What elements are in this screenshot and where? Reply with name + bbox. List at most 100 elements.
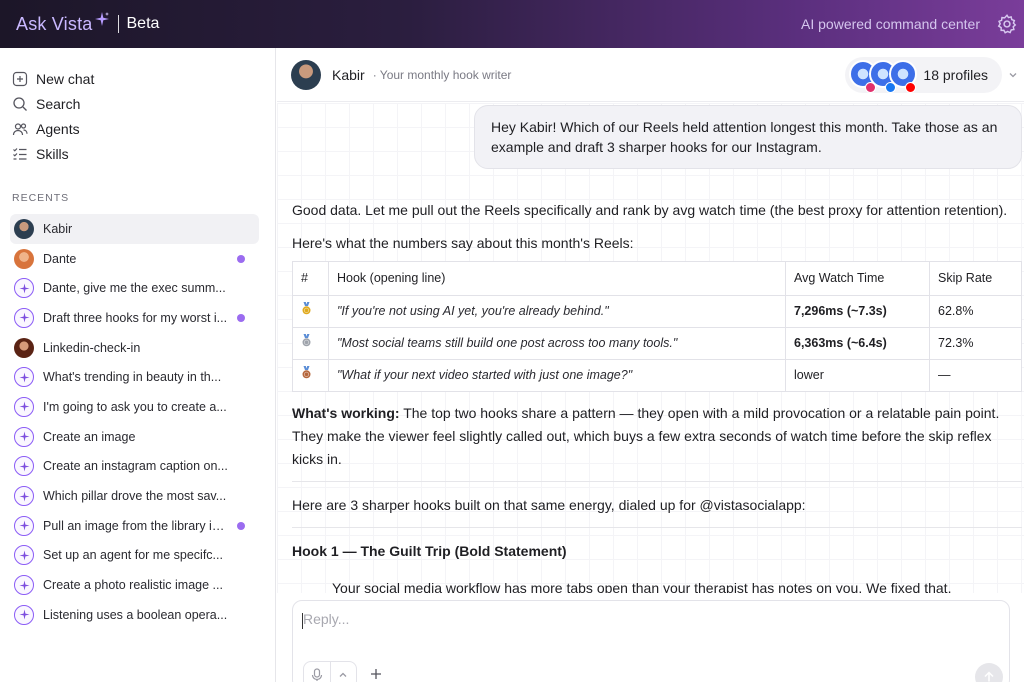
hook-cell: "If you're not using AI yet, you're alre… bbox=[328, 295, 786, 328]
watch-time-cell: lower bbox=[785, 359, 930, 392]
recents-heading: RECENTS bbox=[12, 192, 70, 204]
table-row: "What if your next video started with ju… bbox=[292, 359, 1022, 392]
voice-controls bbox=[303, 661, 357, 682]
mic-button[interactable] bbox=[304, 662, 330, 682]
recent-chat-item[interactable]: Dante, give me the exec summ... bbox=[10, 273, 259, 303]
recent-chat-label: I'm going to ask you to create a... bbox=[43, 399, 227, 414]
nav-label: Agents bbox=[36, 120, 80, 137]
nav-label: New chat bbox=[36, 70, 95, 87]
brand-divider bbox=[117, 15, 119, 33]
silver-medal-icon bbox=[302, 334, 311, 347]
skip-rate-cell: 62.8% bbox=[929, 295, 1022, 328]
plus-icon bbox=[371, 669, 381, 679]
recent-chat-label: Create an image bbox=[43, 429, 136, 444]
recent-chat-item[interactable]: Create an instagram caption on... bbox=[10, 452, 259, 482]
voice-options-button[interactable] bbox=[329, 662, 357, 682]
whats-working-label: What's working: bbox=[292, 405, 400, 421]
recent-chat-label: Draft three hooks for my worst i... bbox=[43, 310, 228, 325]
recents-list: Kabir Dante Dante, give me the exec summ..… bbox=[0, 214, 275, 630]
recent-chat-item[interactable]: Draft three hooks for my worst i... bbox=[10, 303, 259, 333]
watch-time-cell: 6,363ms (~6.4s) bbox=[785, 327, 930, 360]
sidebar: New chat Search Agents Skills RECENTS Ka… bbox=[0, 48, 276, 682]
sparkle-icon bbox=[94, 12, 109, 26]
assistant-message: Good data. Let me pull out the Reels spe… bbox=[292, 199, 1022, 593]
recent-chat-label: Which pillar drove the most sav... bbox=[43, 489, 227, 504]
nav-label: Skills bbox=[36, 145, 69, 162]
agents-button[interactable]: Agents bbox=[0, 116, 275, 141]
recent-chat-label: Dante bbox=[43, 251, 77, 266]
rank-cell bbox=[292, 327, 329, 360]
recent-chat-label: Pull an image from the library in... bbox=[43, 518, 229, 533]
message-list: Hey Kabir! Which of our Reels held atten… bbox=[277, 103, 1024, 593]
beta-label: Beta bbox=[126, 15, 160, 32]
skip-rate-cell: — bbox=[929, 359, 1022, 392]
agent-role: · Your monthly hook writer bbox=[372, 67, 512, 82]
recent-chat-item[interactable]: Create a photo realistic image ... bbox=[10, 570, 259, 600]
col-rank: # bbox=[292, 261, 329, 296]
col-watch-time: Avg Watch Time bbox=[785, 261, 930, 296]
avatar bbox=[14, 218, 34, 239]
new-chat-button[interactable]: New chat bbox=[0, 66, 275, 91]
microphone-icon bbox=[311, 668, 322, 681]
divider bbox=[292, 527, 1022, 528]
brand-name: Ask Vista bbox=[16, 13, 93, 34]
sparkle-icon bbox=[14, 486, 34, 507]
recent-chat-item[interactable]: Pull an image from the library in... bbox=[10, 511, 259, 541]
recent-chat-item[interactable]: What's trending in beauty in th... bbox=[10, 362, 259, 392]
nav-label: Search bbox=[36, 95, 81, 112]
profiles-selector[interactable]: 18 profiles bbox=[845, 56, 1002, 93]
sparkle-icon bbox=[14, 456, 34, 477]
instagram-icon bbox=[865, 81, 877, 93]
reply-intro: Good data. Let me pull out the Reels spe… bbox=[292, 202, 1008, 218]
recent-chat-item[interactable]: Linkedin-check-in bbox=[10, 333, 259, 363]
chat-panel: Kabir · Your monthly hook writer 18 prof… bbox=[277, 48, 1024, 682]
table-row: "If you're not using AI yet, you're alre… bbox=[292, 295, 1022, 328]
sparkle-icon bbox=[14, 278, 34, 299]
hook-cell: "What if your next video started with ju… bbox=[328, 359, 786, 392]
recent-chat-item[interactable]: Listening uses a boolean opera... bbox=[10, 600, 259, 630]
unread-dot bbox=[237, 313, 245, 322]
brand[interactable]: Ask Vista Beta bbox=[0, 12, 160, 35]
bronze-medal-icon bbox=[302, 366, 311, 379]
col-skip-rate: Skip Rate bbox=[929, 261, 1022, 296]
avatar bbox=[14, 337, 34, 358]
recent-chat-item[interactable]: Set up an agent for me specifc... bbox=[10, 541, 259, 571]
recent-chat-item[interactable]: Dante bbox=[10, 244, 259, 274]
hook-1-text: Your social media workflow has more tabs… bbox=[332, 580, 952, 593]
recent-chat-label: What's trending in beauty in th... bbox=[43, 370, 222, 385]
hooks-intro: Here are 3 sharper hooks built on that s… bbox=[292, 497, 806, 513]
skills-button[interactable]: Skills bbox=[0, 141, 275, 166]
gold-medal-icon bbox=[302, 302, 311, 315]
agent-avatar bbox=[291, 59, 321, 90]
profiles-count: 18 profiles bbox=[923, 66, 988, 83]
gear-icon[interactable] bbox=[996, 13, 1018, 35]
composer bbox=[292, 600, 1010, 682]
sparkle-icon bbox=[14, 604, 34, 625]
youtube-icon bbox=[905, 81, 917, 93]
recent-chat-label: Listening uses a boolean opera... bbox=[43, 607, 228, 622]
unread-dot bbox=[237, 254, 245, 263]
chevron-up-icon bbox=[339, 672, 347, 677]
users-icon bbox=[12, 122, 28, 135]
unread-dot bbox=[237, 521, 245, 530]
attach-button[interactable] bbox=[367, 665, 385, 682]
avatar bbox=[14, 248, 34, 269]
recent-chat-item[interactable]: Create an image bbox=[10, 422, 259, 452]
recent-chat-item[interactable]: Which pillar drove the most sav... bbox=[10, 481, 259, 511]
search-button[interactable]: Search bbox=[0, 91, 275, 116]
sparkle-icon bbox=[14, 575, 34, 596]
rank-cell bbox=[292, 295, 329, 328]
reply-input[interactable] bbox=[303, 611, 903, 627]
send-button[interactable] bbox=[975, 663, 1003, 682]
search-icon bbox=[13, 96, 27, 111]
divider bbox=[292, 481, 1022, 482]
rank-cell bbox=[292, 359, 329, 392]
user-message: Hey Kabir! Which of our Reels held atten… bbox=[474, 105, 1022, 169]
watch-time-cell: 7,296ms (~7.3s) bbox=[785, 295, 930, 328]
recent-chat-item[interactable]: Kabir bbox=[10, 214, 259, 244]
recent-chat-item[interactable]: I'm going to ask you to create a... bbox=[10, 392, 259, 422]
hook-1-title: Hook 1 — The Guilt Trip (Bold Statement) bbox=[292, 543, 567, 559]
chevron-down-icon[interactable] bbox=[1008, 70, 1018, 80]
plus-square-icon bbox=[12, 71, 28, 86]
checklist-icon bbox=[13, 147, 27, 160]
